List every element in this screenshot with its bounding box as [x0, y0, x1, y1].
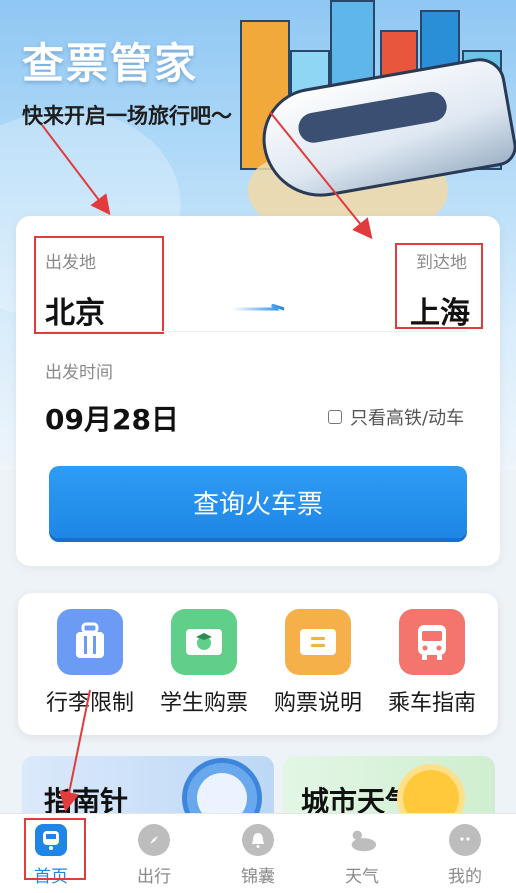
high-speed-checkbox-label[interactable]: 只看高铁/动车 [350, 404, 464, 430]
nav-label: 出行 [137, 867, 171, 887]
luggage-icon [57, 609, 123, 675]
bell-icon [242, 824, 274, 856]
quick-item-label: 行李限制 [45, 691, 134, 716]
quick-item-ticket-info[interactable]: 购票说明 [258, 609, 378, 717]
quick-item-guide[interactable]: 乘车指南 [372, 609, 492, 717]
high-speed-checkbox[interactable] [328, 410, 342, 424]
date-value[interactable]: 09月28日 [45, 398, 179, 438]
to-highlight-box [395, 243, 483, 329]
from-highlight-box [34, 236, 164, 334]
nav-item-profile[interactable]: 我的 [425, 824, 505, 887]
home-highlight-box [24, 818, 86, 880]
query-train-button[interactable]: 查询火车票 [49, 466, 467, 538]
ticket-info-icon [285, 609, 351, 675]
app-slogan: 快来开启一场旅行吧～ [22, 104, 232, 128]
quick-item-label: 购票说明 [273, 691, 362, 716]
profile-icon [449, 824, 481, 856]
student-ticket-icon [171, 609, 237, 675]
nav-label: 锦囊 [241, 867, 275, 887]
quick-item-student[interactable]: 学生购票 [144, 609, 264, 717]
nav-item-weather[interactable]: 天气 [322, 824, 402, 887]
quick-item-label: 学生购票 [159, 691, 248, 716]
divider [45, 331, 468, 332]
quick-item-luggage[interactable]: 行李限制 [30, 609, 150, 717]
compass-icon [138, 824, 170, 856]
bus-icon [399, 609, 465, 675]
nav-label: 我的 [448, 867, 482, 887]
quick-item-label: 乘车指南 [387, 691, 476, 716]
route-arrow-icon[interactable] [232, 304, 284, 312]
nav-item-travel[interactable]: 出行 [114, 824, 194, 887]
app-title: 查票管家 [22, 39, 199, 88]
date-label: 出发时间 [45, 363, 113, 383]
nav-label: 天气 [345, 867, 379, 887]
nav-item-tips[interactable]: 锦囊 [218, 824, 298, 887]
weather-icon [346, 824, 378, 856]
high-speed-filter[interactable]: 只看高铁/动车 [328, 404, 464, 430]
quick-menu: 行李限制 学生购票 购票说明 乘车指南 [18, 593, 498, 735]
